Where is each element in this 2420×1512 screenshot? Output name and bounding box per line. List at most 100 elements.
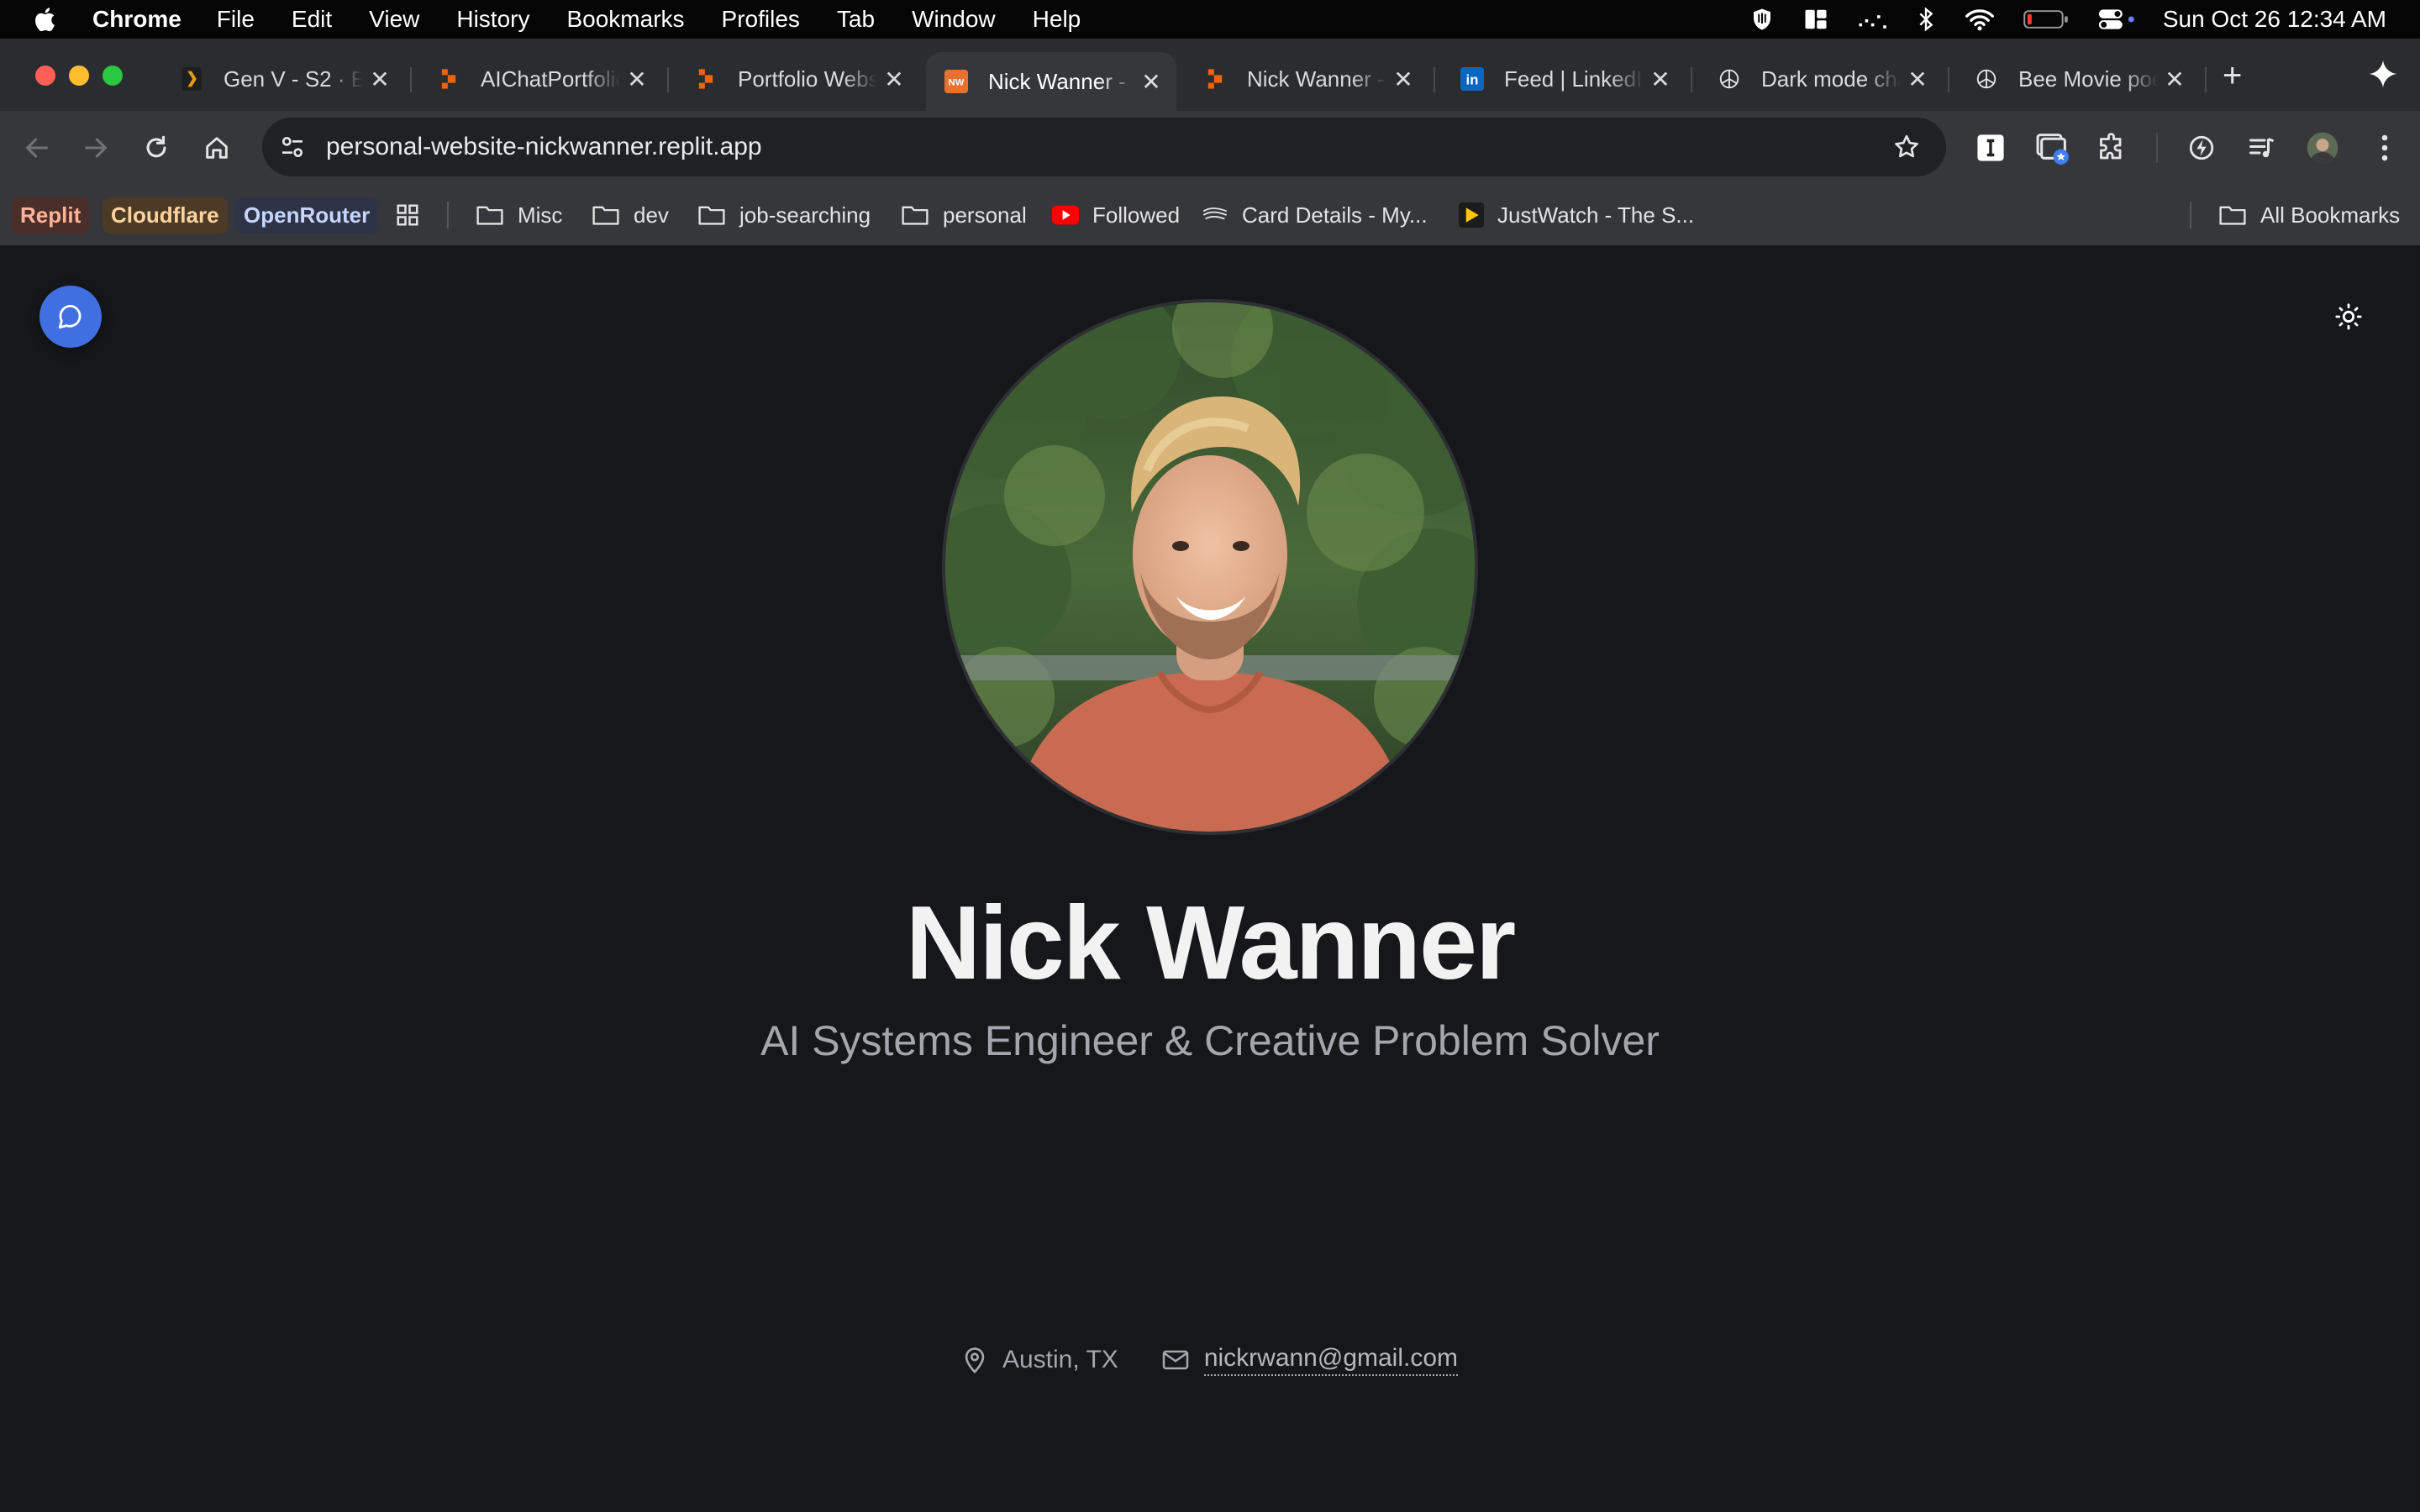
bookmark-card-details[interactable]: Card Details - My...: [1202, 197, 1428, 234]
instapaper-extension-icon[interactable]: [1972, 129, 2009, 166]
chrome-menu-kebab-icon[interactable]: [2366, 129, 2403, 166]
bookmark-folder-personal[interactable]: personal: [901, 197, 1027, 234]
bookmark-cloudflare[interactable]: Cloudflare: [103, 197, 228, 234]
extensions-puzzle-icon[interactable]: [2094, 129, 2131, 166]
theme-toggle-button[interactable]: [2331, 299, 2366, 334]
folder-icon: [2218, 203, 2247, 227]
bookmark-replit[interactable]: Replit: [12, 197, 90, 234]
wifi-icon[interactable]: [1965, 8, 1995, 31]
bookmark-label: Replit: [12, 197, 90, 234]
tab-title: Nick Wanner -: [988, 68, 1126, 94]
menu-bar-clock[interactable]: Sun Oct 26 12:34 AM: [2163, 6, 2386, 33]
menu-window[interactable]: Window: [912, 6, 996, 33]
menu-help[interactable]: Help: [1033, 6, 1081, 33]
profile-avatar-icon[interactable]: [2304, 129, 2341, 166]
bookmark-folder-job-searching[interactable]: job-searching: [697, 197, 871, 234]
bookmark-label: personal: [943, 202, 1027, 228]
tab-title: Feed | LinkedIn: [1504, 66, 1644, 92]
toolbar-separator: [2156, 133, 2158, 163]
reload-icon[interactable]: [138, 129, 175, 166]
tab-close-icon[interactable]: ✕: [877, 66, 911, 93]
site-settings-icon[interactable]: [277, 132, 308, 162]
new-tab-plus-icon[interactable]: +: [2223, 57, 2242, 95]
macos-menu-bar: Chrome File Edit View History Bookmarks …: [0, 0, 2420, 39]
browser-tab[interactable]: Bee Movie poe ✕: [1956, 52, 2200, 106]
back-arrow-icon[interactable]: [18, 129, 55, 166]
menu-view[interactable]: View: [369, 6, 419, 33]
menu-profiles[interactable]: Profiles: [722, 6, 800, 33]
profile-photo: [942, 299, 1478, 835]
location-item: Austin, TX: [962, 1344, 1118, 1376]
menu-app-chrome[interactable]: Chrome: [92, 6, 182, 33]
tab-close-icon[interactable]: ✕: [1901, 66, 1934, 93]
browser-tab[interactable]: in Feed | LinkedIn ✕: [1442, 52, 1686, 106]
address-bar-url[interactable]: personal-website-nickwanner.replit.app: [326, 133, 762, 161]
media-controls-icon[interactable]: [2244, 129, 2281, 166]
gemini-sparkle-icon[interactable]: [2368, 59, 2398, 93]
bookmark-justwatch[interactable]: JustWatch - The S...: [1459, 197, 1694, 234]
home-icon[interactable]: [198, 129, 235, 166]
browser-tab[interactable]: AIChatPortfolio ✕: [418, 52, 662, 106]
browser-tab[interactable]: Portfolio Website ✕: [676, 52, 919, 106]
mail-icon: [1162, 1349, 1189, 1371]
tab-close-icon[interactable]: ✕: [1386, 66, 1420, 93]
bookmark-label: OpenRouter: [235, 197, 379, 234]
tab-close-icon[interactable]: ✕: [1644, 66, 1677, 93]
menu-tab[interactable]: Tab: [837, 6, 875, 33]
bookmark-folder-dev[interactable]: dev: [592, 197, 669, 234]
folder-icon: [592, 203, 620, 227]
card-issuer-icon: [1202, 205, 1228, 225]
bookmark-folder-misc[interactable]: Misc: [476, 197, 562, 234]
control-center-icon[interactable]: [2097, 8, 2138, 31]
plex-icon: [180, 67, 203, 91]
activity-graph-icon[interactable]: [1857, 7, 1887, 32]
window-minimize-button[interactable]: [69, 66, 89, 86]
menu-history[interactable]: History: [456, 6, 529, 33]
window-layout-icon[interactable]: [1803, 7, 1828, 32]
tab-title: AIChatPortfolio: [481, 66, 620, 92]
folder-icon: [476, 203, 504, 227]
tab-separator: [1434, 67, 1435, 92]
performance-leaf-icon[interactable]: [2183, 129, 2220, 166]
all-bookmarks-folder[interactable]: All Bookmarks: [2218, 197, 2400, 234]
tab-close-icon[interactable]: ✕: [620, 66, 654, 93]
apple-logo-icon[interactable]: [32, 5, 60, 34]
linkedin-icon: in: [1460, 67, 1484, 91]
battery-low-icon[interactable]: [2023, 8, 2069, 30]
browser-tab[interactable]: Gen V - S2 · Ep ✕: [161, 52, 405, 106]
bookmark-followed[interactable]: Followed: [1052, 197, 1180, 234]
browser-tab[interactable]: Nick Wanner - ✕: [1185, 52, 1428, 106]
bookmark-label: Cloudflare: [103, 197, 228, 234]
folder-icon: [901, 203, 929, 227]
tab-close-icon[interactable]: ✕: [1134, 68, 1168, 96]
chat-bubble-button[interactable]: [39, 286, 102, 348]
tab-manager-extension-icon[interactable]: [2033, 129, 2070, 166]
tab-close-icon[interactable]: ✕: [363, 66, 397, 93]
bookmarks-separator: [2190, 202, 2191, 228]
bookmark-star-icon[interactable]: [1892, 133, 1921, 165]
email-link[interactable]: nickrwann@gmail.com: [1203, 1344, 1459, 1376]
apps-grid-icon[interactable]: [395, 197, 420, 234]
vpn-shield-icon[interactable]: [1749, 7, 1775, 32]
contact-info: Austin, TX nickrwann@gmail.com: [0, 1344, 2420, 1376]
address-bar[interactable]: personal-website-nickwanner.replit.app: [262, 118, 1946, 176]
tab-separator: [667, 67, 669, 92]
bookmark-openrouter[interactable]: OpenRouter: [235, 197, 379, 234]
svg-text:in: in: [1466, 72, 1479, 88]
replit-icon: [1203, 67, 1227, 91]
bluetooth-icon[interactable]: [1916, 6, 1936, 33]
window-close-button[interactable]: [35, 66, 55, 86]
browser-tab[interactable]: Dark mode cha ✕: [1699, 52, 1943, 106]
bookmark-label: Card Details - My...: [1242, 202, 1428, 228]
page-title-name: Nick Wanner: [905, 885, 1516, 1001]
forward-arrow-icon[interactable]: [77, 129, 114, 166]
bookmark-label: Misc: [518, 202, 563, 228]
menu-edit[interactable]: Edit: [292, 6, 332, 33]
menu-file[interactable]: File: [217, 6, 255, 33]
window-zoom-button[interactable]: [103, 66, 123, 86]
menu-bookmarks[interactable]: Bookmarks: [566, 6, 684, 33]
email-item[interactable]: nickrwann@gmail.com: [1162, 1344, 1459, 1376]
browser-tab-active[interactable]: NW Nick Wanner - ✕: [926, 52, 1176, 111]
tab-title: Bee Movie poe: [2018, 66, 2158, 92]
tab-close-icon[interactable]: ✕: [2158, 66, 2191, 93]
